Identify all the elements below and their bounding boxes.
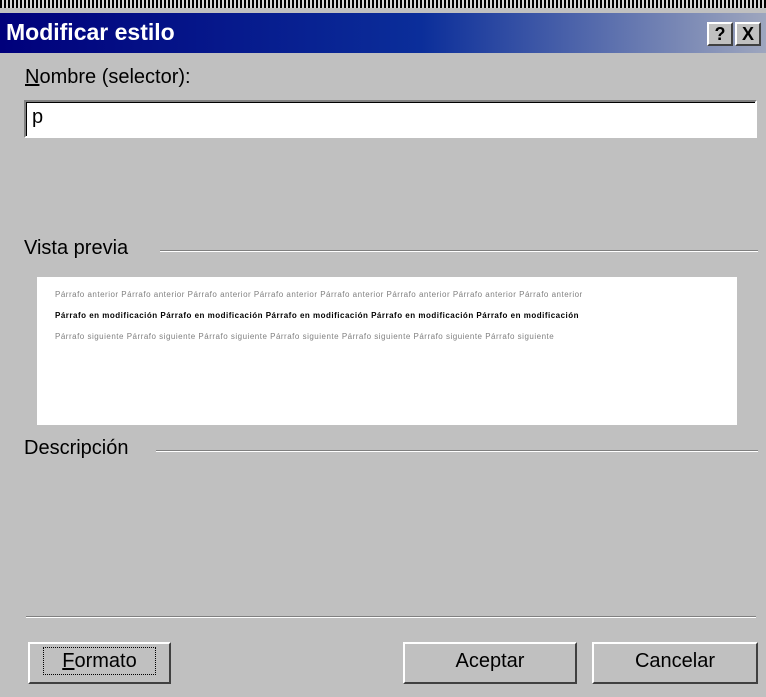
- preview-previous-paragraph: Párrafo anterior Párrafo anterior Párraf…: [55, 290, 583, 299]
- description-group-line: [156, 450, 758, 452]
- help-button[interactable]: ?: [707, 22, 733, 46]
- format-accelerator: F: [62, 650, 75, 672]
- format-focus-rect: Formato: [43, 647, 156, 675]
- close-button[interactable]: X: [735, 22, 761, 46]
- close-icon: X: [741, 24, 754, 44]
- name-selector-input[interactable]: p: [24, 100, 757, 138]
- name-selector-value: p: [32, 106, 44, 128]
- name-label-text: ombre (selector):: [39, 66, 191, 88]
- dialog-title: Modificar estilo: [6, 19, 175, 45]
- title-bar: Modificar estilo ? X: [0, 13, 766, 53]
- preview-next-paragraph: Párrafo siguiente Párrafo siguiente Párr…: [55, 332, 555, 341]
- format-label: ormato: [74, 650, 137, 672]
- name-label-accelerator: N: [25, 66, 40, 88]
- accept-label: Aceptar: [455, 650, 525, 672]
- question-mark-icon: ?: [714, 24, 726, 44]
- description-group-label: Descripción: [24, 437, 129, 459]
- background-window-edge: [0, 0, 766, 8]
- name-selector-label: Nombre (selector):: [25, 66, 191, 89]
- cancel-label: Cancelar: [634, 650, 716, 672]
- modify-style-dialog: Modificar estilo ? X Nombre (selector): …: [0, 8, 766, 697]
- accept-button[interactable]: Aceptar: [403, 642, 577, 684]
- button-separator: [26, 616, 756, 618]
- preview-modified-paragraph: Párrafo en modificación Párrafo en modif…: [55, 311, 580, 320]
- preview-group-line: [160, 250, 758, 252]
- cancel-button[interactable]: Cancelar: [592, 642, 758, 684]
- preview-group-label: Vista previa: [24, 237, 129, 259]
- format-button[interactable]: Formato: [28, 642, 171, 684]
- style-preview-box: Párrafo anterior Párrafo anterior Párraf…: [37, 277, 737, 425]
